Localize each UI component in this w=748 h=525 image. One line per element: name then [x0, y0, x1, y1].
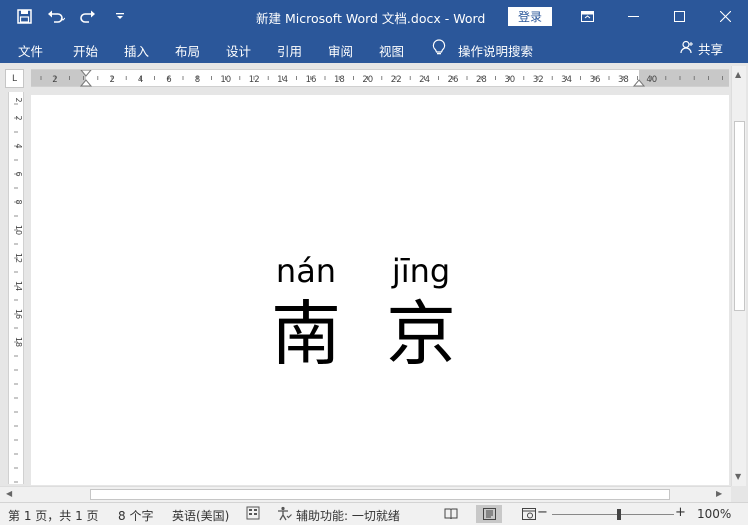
page-count[interactable]: 第 1 页，共 1 页	[8, 507, 99, 524]
person-icon	[680, 40, 694, 57]
title-bar: 新建 Microsoft Word 文档.docx - Word 登录	[0, 0, 748, 33]
tab-selector[interactable]: L	[5, 69, 24, 88]
ruby-word[interactable]: nán 南	[256, 255, 356, 369]
zoom-slider-thumb[interactable]	[617, 509, 621, 520]
tell-me-search[interactable]: 操作说明搜索	[458, 41, 533, 60]
zoom-level[interactable]: 100%	[697, 507, 731, 521]
scroll-up-icon[interactable]: ▲	[735, 70, 741, 79]
pinyin-text: jīng	[391, 252, 451, 290]
print-layout-icon[interactable]	[476, 505, 502, 523]
macro-record-icon[interactable]	[246, 506, 260, 523]
ribbon-tabs: 文件 开始 插入 布局 设计 引用 审阅 视图 操作说明搜索 共享	[0, 33, 748, 63]
vertical-ruler[interactable]: 2 2 4 6 8 10 12 14 16 18	[8, 92, 24, 484]
vertical-ruler-ticks: 224681012141618	[14, 97, 23, 483]
customize-qat-icon[interactable]	[110, 6, 130, 26]
scroll-left-icon[interactable]: ◀	[6, 489, 12, 498]
maximize-icon[interactable]	[656, 0, 702, 33]
vertical-scrollbar[interactable]: ▲ ▼	[731, 66, 746, 486]
zoom-slider[interactable]	[552, 514, 674, 515]
tab-file[interactable]: 文件	[18, 41, 43, 60]
share-label: 共享	[697, 42, 723, 57]
scroll-right-icon[interactable]: ▶	[716, 489, 722, 498]
login-button[interactable]: 登录	[508, 7, 552, 26]
undo-icon[interactable]	[46, 6, 66, 26]
indent-marker-icon[interactable]	[80, 70, 92, 88]
tab-view[interactable]: 视图	[379, 41, 404, 60]
ribbon-display-icon[interactable]	[564, 0, 610, 33]
accessibility-icon	[276, 506, 292, 524]
read-mode-icon[interactable]	[438, 505, 464, 523]
status-bar: 第 1 页，共 1 页 8 个字 英语(美国) 辅助功能: 一切就绪 − + 1…	[0, 502, 748, 525]
window-controls	[564, 0, 748, 33]
word-count[interactable]: 8 个字	[118, 507, 153, 524]
horizontal-ruler[interactable]: 2246810121416182022242628303234363840	[31, 69, 729, 87]
close-icon[interactable]	[702, 0, 748, 33]
tab-insert[interactable]: 插入	[124, 41, 149, 60]
tab-review[interactable]: 审阅	[328, 41, 353, 60]
quick-access-toolbar	[14, 6, 130, 26]
zoom-in-button[interactable]: +	[675, 505, 686, 520]
right-indent-marker-icon[interactable]	[633, 78, 645, 87]
language[interactable]: 英语(美国)	[172, 507, 229, 524]
horizontal-scroll-thumb[interactable]	[90, 489, 670, 500]
save-icon[interactable]	[14, 6, 34, 26]
vertical-scroll-thumb[interactable]	[734, 121, 745, 311]
tab-design[interactable]: 设计	[226, 41, 251, 60]
document-page[interactable]: nán 南 jīng 京	[31, 95, 729, 485]
vertical-ruler-tick-label: 2	[14, 97, 23, 102]
ruler-ticks: 2246810121416182022242628303234363840	[40, 75, 723, 85]
pinyin-text: nán	[275, 252, 337, 290]
tab-home[interactable]: 开始	[73, 41, 98, 60]
document-title: 新建 Microsoft Word 文档.docx - Word	[256, 11, 486, 26]
scroll-down-icon[interactable]: ▼	[735, 472, 741, 481]
accessibility-status[interactable]: 辅助功能: 一切就绪	[296, 507, 400, 524]
tab-layout[interactable]: 布局	[175, 41, 200, 60]
tab-references[interactable]: 引用	[277, 41, 302, 60]
hanzi-text: 京	[386, 293, 456, 375]
redo-icon[interactable]	[78, 6, 98, 26]
minimize-icon[interactable]	[610, 0, 656, 33]
lightbulb-icon[interactable]	[432, 39, 446, 59]
ruby-word[interactable]: jīng 京	[371, 255, 471, 369]
zoom-out-button[interactable]: −	[537, 505, 548, 520]
hanzi-text: 南	[271, 293, 341, 375]
horizontal-scrollbar[interactable]: ◀ ▶	[0, 486, 731, 502]
share-button[interactable]: 共享	[680, 39, 723, 58]
